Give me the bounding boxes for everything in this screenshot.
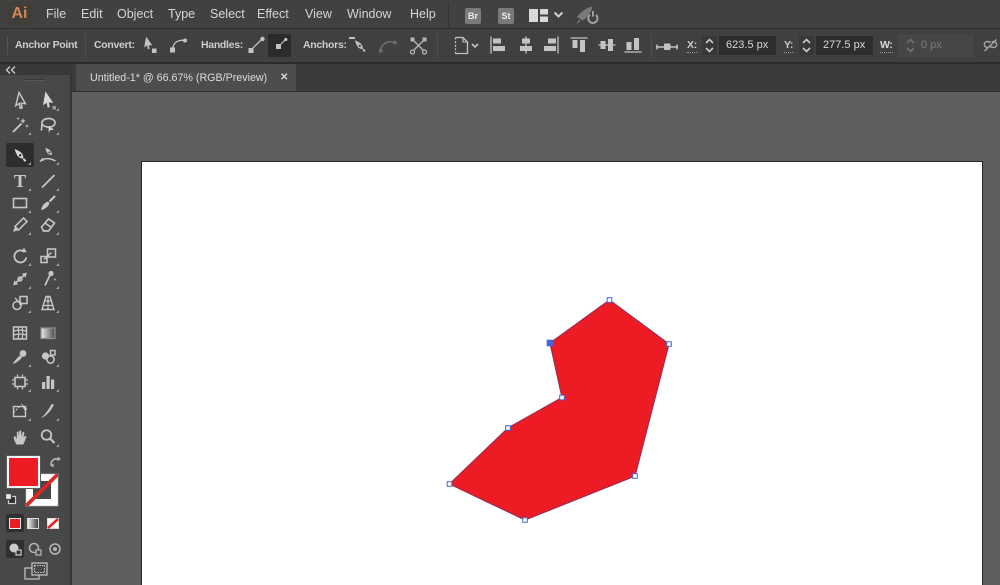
svg-text:T: T	[14, 171, 26, 191]
